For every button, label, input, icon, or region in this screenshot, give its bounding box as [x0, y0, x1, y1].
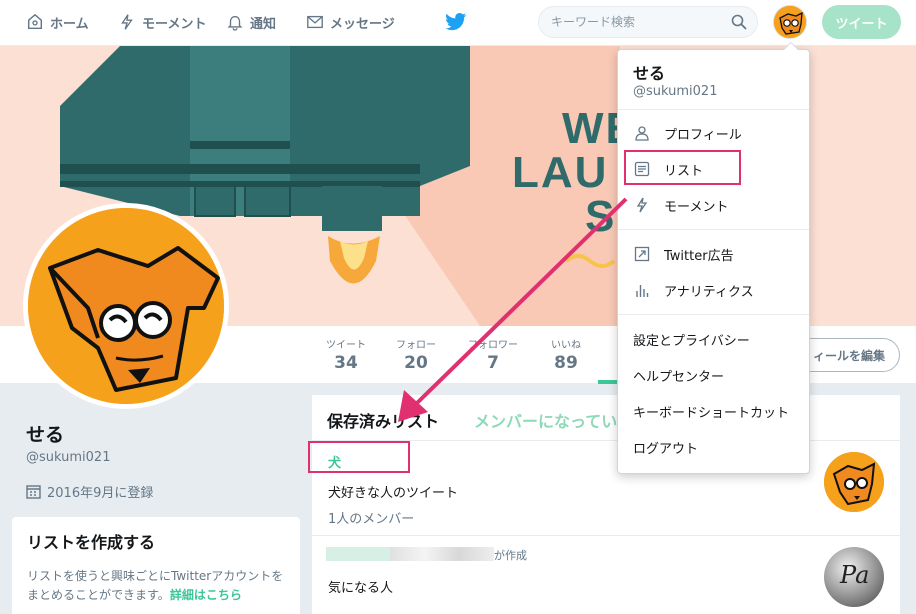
person-icon — [635, 126, 649, 141]
dropdown-handle: @sukumi021 — [633, 84, 718, 99]
stat-likes-label: いいね — [551, 340, 581, 351]
list-item-avatar: Pa — [824, 547, 884, 607]
profile-joined: 2016年9月に登録 — [26, 482, 153, 501]
list-item-members[interactable]: 1人のメンバー — [328, 508, 414, 527]
list-item-description: 気になる人 — [328, 581, 394, 596]
menu-item-profile[interactable]: プロフィール — [618, 117, 809, 149]
divider — [618, 314, 809, 315]
nav-notifications[interactable]: 通知 — [226, 0, 276, 44]
stat-followers[interactable]: フォロワー 7 — [466, 336, 520, 373]
calendar-icon — [26, 485, 41, 499]
menu-item-twitter-ads[interactable]: Twitter広告 — [618, 238, 809, 270]
dog-avatar-icon — [824, 452, 884, 512]
create-list-card: リストを作成する リストを使うと興味ごとにTwitterアカウントをまとめること… — [12, 517, 300, 614]
pa-logo-icon: Pa — [840, 561, 870, 589]
nav-messages[interactable]: メッセージ — [306, 0, 395, 44]
blurred-creator-handle — [390, 547, 494, 561]
profile-handle: @sukumi021 — [26, 450, 111, 465]
menu-item-moments[interactable]: モーメント — [618, 189, 809, 221]
menu-item-logout[interactable]: ログアウト — [618, 431, 809, 463]
create-list-body: リストを使うと興味ごとにTwitterアカウントをまとめることができます。詳細は… — [27, 567, 285, 605]
banner-text-line2: LAU — [512, 148, 609, 197]
external-link-icon — [634, 246, 650, 262]
nav-messages-label: メッセージ — [330, 16, 395, 32]
tab-member-of[interactable]: メンバーになってい — [474, 408, 617, 432]
nav-home[interactable]: ホーム — [26, 0, 89, 44]
search-box — [538, 6, 758, 38]
stat-likes-value: 89 — [554, 353, 578, 373]
divider — [618, 109, 809, 110]
stat-following-label: フォロー — [396, 340, 436, 351]
menu-item-help[interactable]: ヘルプセンター — [618, 359, 809, 391]
banner-text-line3: S — [585, 192, 617, 241]
menu-item-label: Twitter広告 — [664, 248, 734, 264]
menu-item-analytics[interactable]: アナリティクス — [618, 274, 809, 306]
stat-likes[interactable]: いいね 89 — [546, 336, 586, 373]
list-item-description: 犬好きな人のツイート — [328, 486, 459, 501]
top-nav: ホーム モーメント 通知 メッセージ ツイート — [0, 0, 916, 46]
profile-avatar[interactable] — [23, 203, 229, 409]
stat-following-value: 20 — [404, 353, 428, 373]
lightning-icon — [636, 197, 648, 213]
menu-item-shortcuts[interactable]: キーボードショートカット — [618, 395, 809, 427]
stat-followers-value: 7 — [487, 353, 499, 373]
list-item-avatar — [824, 452, 884, 512]
dog-avatar-icon — [774, 6, 806, 38]
menu-item-label: アナリティクス — [664, 284, 754, 300]
stat-tweets[interactable]: ツイート 34 — [325, 336, 367, 373]
menu-item-label: プロフィール — [664, 127, 742, 143]
blurred-creator-name — [326, 547, 390, 561]
divider — [618, 229, 809, 230]
lists-panel: 保存済みリスト メンバーになってい 犬 犬好きな人のツイート 1人のメンバー が… — [312, 395, 900, 614]
search-input[interactable] — [539, 7, 719, 37]
stat-following[interactable]: フォロー 20 — [394, 336, 438, 373]
lightning-icon — [121, 14, 133, 30]
stat-followers-label: フォロワー — [468, 340, 518, 351]
create-list-text: リストを使うと興味ごとにTwitterアカウントをまとめることができます。 — [27, 569, 284, 602]
profile-name: せる — [26, 424, 65, 446]
nav-home-label: ホーム — [50, 16, 89, 32]
account-dropdown: せる @sukumi021 プロフィール リスト モーメント Twitter広告… — [617, 42, 810, 474]
list-item[interactable]: が作成 気になる人 Pa — [312, 537, 900, 614]
menu-item-settings[interactable]: 設定とプライバシー — [618, 323, 809, 355]
stat-tweets-value: 34 — [334, 353, 358, 373]
home-icon — [27, 13, 43, 30]
active-tab-indicator — [598, 380, 618, 384]
create-list-title: リストを作成する — [27, 533, 156, 552]
search-icon[interactable] — [731, 14, 747, 30]
learn-more-link[interactable]: 詳細はこちら — [170, 588, 242, 602]
bell-icon — [227, 15, 243, 31]
nav-notifications-label: 通知 — [250, 16, 277, 32]
dog-avatar-icon — [28, 208, 224, 404]
stat-tweets-label: ツイート — [326, 340, 366, 351]
highlight-list-name — [308, 441, 410, 473]
lists-tabs: 保存済みリスト メンバーになってい — [312, 395, 900, 441]
tweet-button[interactable]: ツイート — [822, 5, 901, 39]
menu-item-label: モーメント — [664, 199, 729, 215]
dropdown-name[interactable]: せる — [633, 60, 665, 84]
list-item-creator-suffix: が作成 — [494, 549, 527, 562]
twitter-bird-icon[interactable] — [445, 12, 467, 32]
highlight-lists-menu-item — [624, 150, 741, 185]
nav-moments[interactable]: モーメント — [118, 0, 206, 44]
joined-text: 2016年9月に登録 — [47, 486, 154, 501]
nav-avatar[interactable] — [773, 5, 807, 39]
tab-saved-lists[interactable]: 保存済みリスト — [327, 408, 439, 432]
nav-moments-label: モーメント — [142, 16, 207, 32]
envelope-icon — [307, 15, 323, 29]
bar-chart-icon — [636, 285, 649, 297]
